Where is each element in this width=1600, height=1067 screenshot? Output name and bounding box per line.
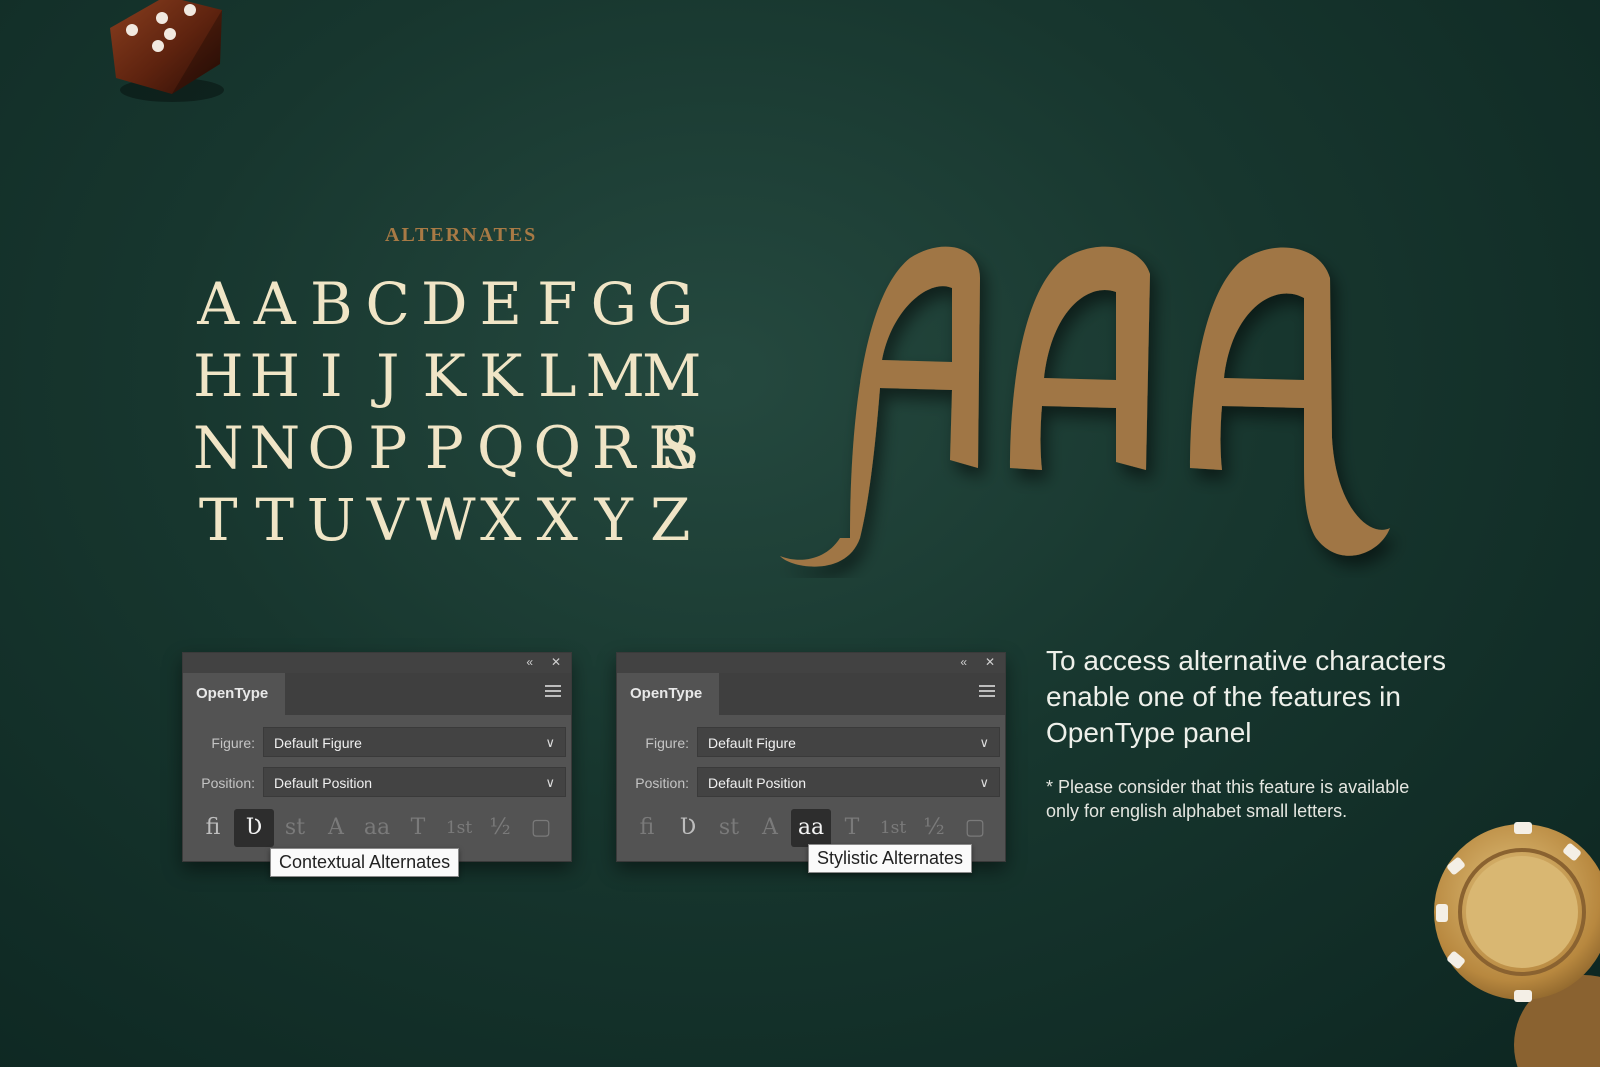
big-a-1 xyxy=(780,246,980,567)
alternates-heading: ALTERNATES xyxy=(385,224,538,246)
glyph: Q xyxy=(476,414,525,482)
collapse-icon[interactable]: « xyxy=(526,655,533,669)
swash-icon[interactable]: A xyxy=(750,809,790,847)
stylistic-alternates-icon[interactable]: aa xyxy=(357,809,397,847)
opentype-panel-contextual: « ✕ OpenType Figure: Default Figure ∨ Po… xyxy=(182,652,572,862)
glyph: I xyxy=(319,342,343,410)
glyph: E xyxy=(479,270,522,338)
opentype-feature-icons: fi Ʋ st A aa T 1st ½ ▢ xyxy=(193,809,562,849)
info-note-text: * Please consider that this feature is a… xyxy=(1046,777,1410,821)
glyph: Y xyxy=(594,486,633,554)
tab-opentype[interactable]: OpenType xyxy=(183,673,285,715)
chevron-down-icon: ∨ xyxy=(979,775,989,790)
chevron-down-icon: ∨ xyxy=(545,735,555,750)
glyph: P xyxy=(424,414,464,482)
glyph: N xyxy=(192,414,244,482)
tooltip-stylistic-alternates: Stylistic Alternates xyxy=(808,844,973,873)
big-a-letters xyxy=(780,246,1390,567)
figure-label: Figure: xyxy=(211,735,255,751)
collapse-icon[interactable]: « xyxy=(960,655,967,669)
position-select-value: Default Position xyxy=(274,775,373,791)
big-a-2 xyxy=(1010,246,1150,470)
glyph: R xyxy=(591,414,636,482)
glyph: Z xyxy=(650,486,691,554)
casino-chip-image xyxy=(1434,822,1600,1067)
glyph: T xyxy=(255,486,295,554)
panel-tab-bar: OpenType xyxy=(617,673,1005,715)
glyph: A xyxy=(197,270,240,338)
panel-menu-icon[interactable] xyxy=(979,685,995,700)
glyph: P xyxy=(368,414,408,482)
info-main-text: To access alternative characters enable … xyxy=(1046,645,1446,748)
position-select[interactable]: Default Position ∨ xyxy=(263,767,566,797)
glyph: U xyxy=(306,486,356,554)
glyph: M xyxy=(642,342,702,410)
glyph: W xyxy=(416,486,476,554)
titling-alternates-icon[interactable]: T xyxy=(398,809,438,847)
big-a-3 xyxy=(1190,247,1390,556)
more-features-icon[interactable]: ▢ xyxy=(521,809,561,847)
glyph: D xyxy=(420,270,468,338)
chevron-down-icon: ∨ xyxy=(979,735,989,750)
stylistic-alternates-icon[interactable]: aa xyxy=(791,809,831,847)
glyph: X xyxy=(536,486,578,554)
glyph: X xyxy=(480,486,522,554)
panel-menu-icon[interactable] xyxy=(545,685,561,700)
swash-icon[interactable]: A xyxy=(316,809,356,847)
glyph: F xyxy=(537,270,578,338)
titling-alternates-icon[interactable]: T xyxy=(832,809,872,847)
glyph: H xyxy=(192,342,244,410)
opentype-panel-stylistic: « ✕ OpenType Figure: Default Figure ∨ Po… xyxy=(616,652,1006,862)
contextual-alternates-icon[interactable]: Ʋ xyxy=(234,809,274,847)
discretionary-ligatures-icon[interactable]: st xyxy=(709,809,749,847)
glyph: K xyxy=(422,342,466,410)
position-label: Position: xyxy=(635,775,689,791)
glyph: H xyxy=(249,342,301,410)
ordinals-icon[interactable]: 1st xyxy=(873,809,913,847)
position-label: Position: xyxy=(201,775,255,791)
close-icon[interactable]: ✕ xyxy=(985,655,995,669)
more-features-icon[interactable]: ▢ xyxy=(955,809,995,847)
opentype-feature-icons: fi Ʋ st A aa T 1st ½ ▢ xyxy=(627,809,996,849)
glyph: B xyxy=(309,270,353,338)
glyph: V xyxy=(366,486,409,554)
position-select-value: Default Position xyxy=(708,775,807,791)
panel-tab-bar: OpenType xyxy=(183,673,571,715)
chevron-down-icon: ∨ xyxy=(545,775,555,790)
glyph: S xyxy=(660,414,700,482)
fractions-icon[interactable]: ½ xyxy=(914,809,954,847)
alternates-glyph-grid: A A B C D E F G G H H I J K K L M M N N … xyxy=(190,268,702,556)
figure-select[interactable]: Default Figure ∨ xyxy=(697,727,1000,757)
figure-select-value: Default Figure xyxy=(274,735,362,751)
position-select[interactable]: Default Position ∨ xyxy=(697,767,1000,797)
panel-title-bar: « ✕ xyxy=(183,653,571,673)
figure-label: Figure: xyxy=(645,735,689,751)
glyph: K xyxy=(479,342,523,410)
discretionary-ligatures-icon[interactable]: st xyxy=(275,809,315,847)
glyph: Q xyxy=(533,414,582,482)
ordinals-icon[interactable]: 1st xyxy=(439,809,479,847)
tooltip-contextual-alternates: Contextual Alternates xyxy=(270,848,460,877)
glyph: M xyxy=(585,342,645,410)
close-icon[interactable]: ✕ xyxy=(551,655,561,669)
standard-ligatures-icon[interactable]: fi xyxy=(627,809,667,847)
panel-title-bar: « ✕ xyxy=(617,653,1005,673)
glyph: L xyxy=(537,342,577,410)
glyph: J xyxy=(376,342,400,410)
standard-ligatures-icon[interactable]: fi xyxy=(193,809,233,847)
dice-image xyxy=(110,0,224,102)
figure-select-value: Default Figure xyxy=(708,735,796,751)
fractions-icon[interactable]: ½ xyxy=(480,809,520,847)
glyph: T xyxy=(198,486,238,554)
glyph: N xyxy=(249,414,301,482)
figure-select[interactable]: Default Figure ∨ xyxy=(263,727,566,757)
glyph: G xyxy=(647,270,694,338)
glyph: C xyxy=(365,270,410,338)
glyph: G xyxy=(590,270,637,338)
glyph: A xyxy=(253,270,296,338)
glyph: O xyxy=(307,414,356,482)
tab-opentype[interactable]: OpenType xyxy=(617,673,719,715)
contextual-alternates-icon[interactable]: Ʋ xyxy=(668,809,708,847)
